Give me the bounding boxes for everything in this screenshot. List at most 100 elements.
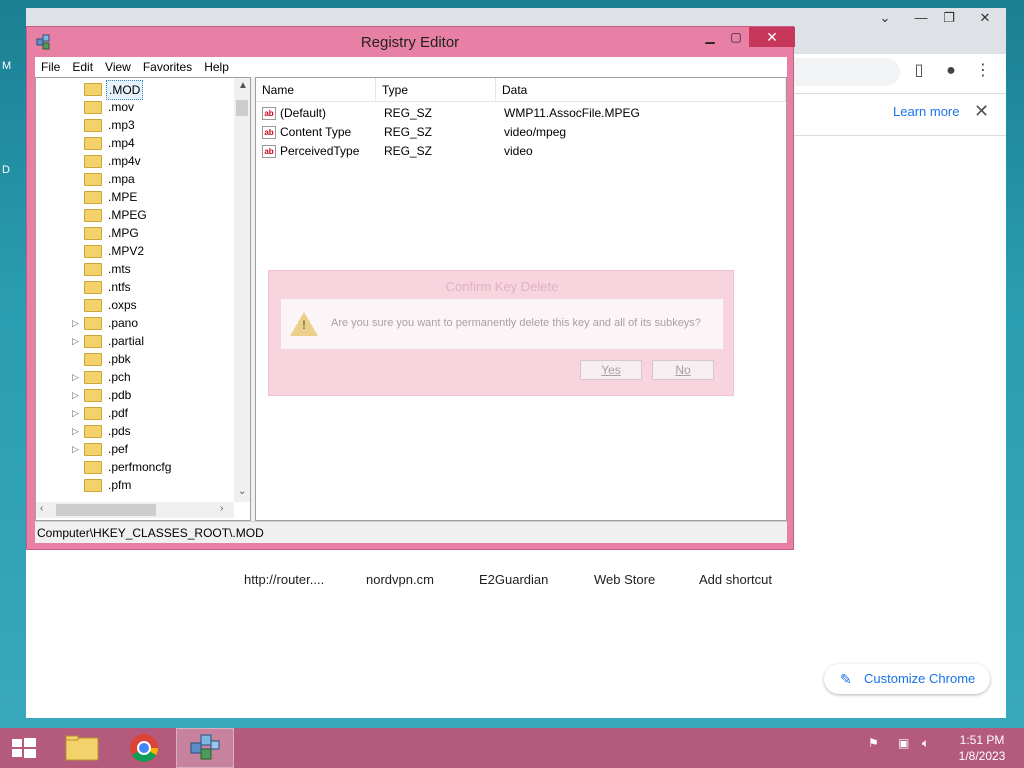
tree-item[interactable]: .mov [36,98,236,116]
system-clock[interactable]: 1:51 PM 1/8/2023 [950,732,1014,764]
tree-item-label: .ntfs [108,280,131,294]
tree-item[interactable]: .perfmoncfg [36,458,236,476]
chrome-chevron-down-icon[interactable]: ⌄ [870,6,900,30]
action-center-flag-icon[interactable]: ⚑ [868,736,879,750]
taskbar-chrome[interactable] [116,728,174,768]
folder-icon [84,155,102,168]
expand-arrow-icon[interactable]: ▷ [72,386,79,404]
infobar-close-icon[interactable]: ✕ [974,101,989,122]
tree-vscroll-thumb[interactable] [236,100,248,116]
value-row[interactable]: ab PerceivedType REG_SZ video [256,142,776,161]
minimize-button[interactable]: ▁ [697,27,723,47]
expand-arrow-icon[interactable]: ▷ [72,440,79,458]
scroll-left-arrow-icon[interactable]: ‹ [40,503,43,514]
value-data: video/mpeg [504,125,567,139]
tree-item[interactable]: .MPEG [36,206,236,224]
value-name: (Default) [280,106,327,120]
tree-item[interactable]: .MOD [36,80,236,100]
learn-more-link[interactable]: Learn more [893,104,959,119]
tree-item[interactable]: .pbk [36,350,236,368]
tree-item[interactable]: .mpa [36,170,236,188]
yes-button[interactable]: Yes [580,360,642,380]
folder-icon [84,173,102,186]
shortcut-nordvpn[interactable]: nordvpn.cm [366,572,434,587]
shortcut-router[interactable]: http://router.... [244,572,324,587]
shortcut-e2guardian[interactable]: E2Guardian [479,572,548,587]
chrome-minimize-button[interactable]: — [906,6,936,30]
tree-item-label: .pfm [108,478,132,492]
side-panel-icon[interactable]: ▯ [908,60,930,82]
menu-edit[interactable]: Edit [66,57,99,77]
profile-avatar-icon[interactable]: ● [940,60,962,82]
tree-item[interactable]: .oxps [36,296,236,314]
expand-arrow-icon[interactable]: ▷ [72,314,79,332]
column-header-type[interactable]: Type [376,78,496,102]
tree-vertical-scrollbar[interactable]: ▲ ⌄ [234,78,250,502]
tree-item[interactable]: .mp4v [36,152,236,170]
tree-item[interactable]: .mp3 [36,116,236,134]
menu-file[interactable]: File [35,57,66,77]
network-icon[interactable]: ▣ [898,736,909,750]
add-shortcut[interactable]: Add shortcut [699,572,772,587]
customize-chrome-button[interactable]: ✎ Customize Chrome [824,664,990,694]
start-button[interactable] [0,728,48,768]
no-button[interactable]: No [652,360,714,380]
desktop-edge-text-2: D [2,164,10,176]
tree-item[interactable]: .MPV2 [36,242,236,260]
menu-favorites[interactable]: Favorites [137,57,198,77]
expand-arrow-icon[interactable]: ▷ [72,422,79,440]
close-button[interactable]: ✕ [749,27,795,47]
folder-icon [84,479,102,492]
tree-item[interactable]: .ntfs [36,278,236,296]
tree-item[interactable]: .MPG [36,224,236,242]
regedit-taskbar-icon [190,734,220,760]
tree-item[interactable]: ▷ .pds [36,422,236,440]
expand-arrow-icon[interactable]: ▷ [72,368,79,386]
tree-item[interactable]: .pfm [36,476,236,494]
tree-item[interactable]: ▷ .pdf [36,404,236,422]
volume-icon[interactable]: 🔈︎ [922,736,929,751]
column-header-name[interactable]: Name [256,78,376,102]
tree-hscroll-thumb[interactable] [56,504,156,516]
tree-item[interactable]: .mts [36,260,236,278]
column-header-data[interactable]: Data [496,78,786,102]
tree-item[interactable]: ▷ .pef [36,440,236,458]
tree-item-label: .MPG [108,226,139,240]
clock-date: 1/8/2023 [958,749,1006,763]
tree-item[interactable]: ▷ .pch [36,368,236,386]
taskbar-registry-editor[interactable] [176,728,234,768]
chrome-maximize-button[interactable]: ❐ [934,6,964,30]
folder-icon [84,461,102,474]
title-bar[interactable]: Registry Editor ▁ ▢ ✕ [27,27,795,57]
scroll-right-arrow-icon[interactable]: › [220,503,223,514]
tree-item-label: .mp4v [108,154,141,168]
scroll-up-arrow-icon[interactable]: ▲ [238,80,248,91]
tree-item-label: .pano [108,316,139,330]
tree-item[interactable]: .mp4 [36,134,236,152]
value-row[interactable]: ab Content Type REG_SZ video/mpeg [256,123,776,142]
tree-item-label: .MOD [106,80,144,100]
value-data: WMP11.AssocFile.MPEG [504,106,640,120]
folder-icon [84,425,102,438]
menu-view[interactable]: View [99,57,137,77]
chrome-close-button[interactable]: ✕ [970,6,1000,30]
customize-chrome-label: Customize Chrome [864,671,976,686]
tree-item-label: .mov [108,100,135,114]
chrome-menu-icon[interactable]: ⋮ [972,60,994,82]
value-row[interactable]: ab (Default) REG_SZ WMP11.AssocFile.MPEG [256,104,776,123]
tree-item[interactable]: ▷ .partial [36,332,236,350]
key-tree[interactable]: .pfm .perfmoncfg ▷ .pef ▷ .pds ▷ .pdf ▷ .pdb ▷ .pch… [35,77,251,521]
maximize-button[interactable]: ▢ [723,27,749,47]
expand-arrow-icon[interactable]: ▷ [72,332,79,350]
tree-item[interactable]: ▷ .pano [36,314,236,332]
expand-arrow-icon[interactable]: ▷ [72,404,79,422]
taskbar-file-explorer[interactable] [54,728,112,768]
menu-help[interactable]: Help [198,57,235,77]
tree-item[interactable]: .MPE [36,188,236,206]
tree-horizontal-scrollbar[interactable]: ‹ › [36,502,234,518]
tree-item[interactable]: ▷ .pdb [36,386,236,404]
shortcut-web-store[interactable]: Web Store [594,572,655,587]
tree-item-label: .oxps [108,298,137,312]
scroll-down-arrow-icon[interactable]: ⌄ [238,486,246,497]
folder-icon [84,101,102,114]
